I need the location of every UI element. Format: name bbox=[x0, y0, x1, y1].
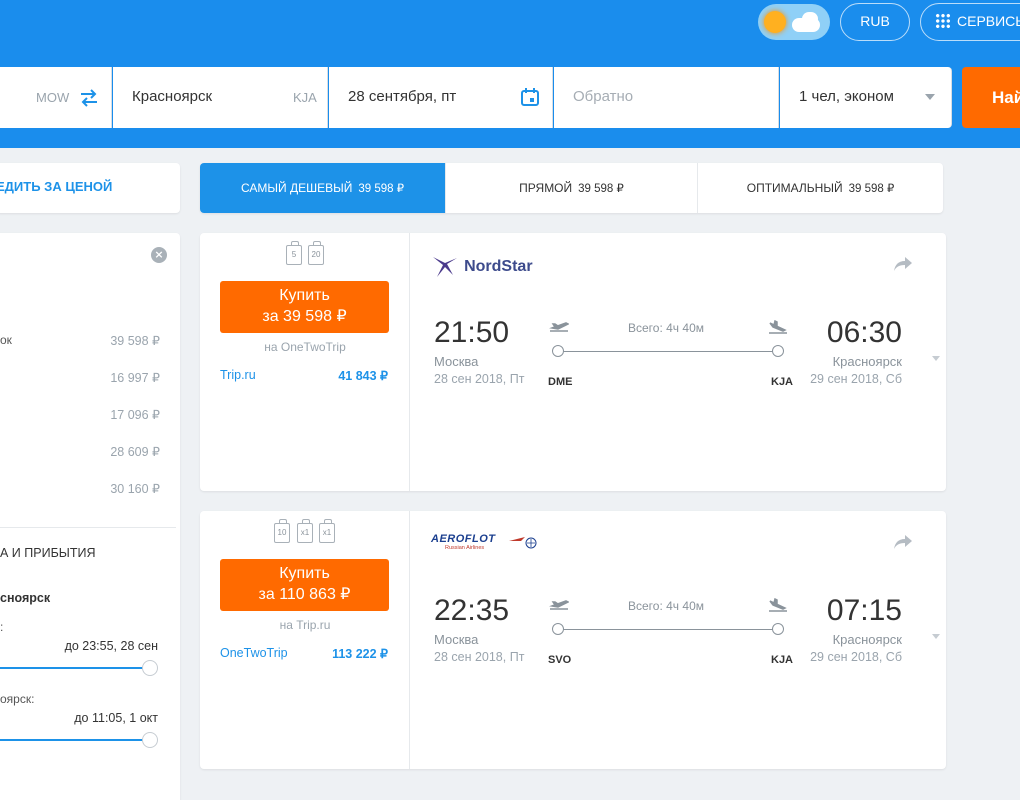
luggage-icon: x1 bbox=[297, 519, 313, 543]
origin-field[interactable]: MOW bbox=[0, 67, 112, 128]
tab-optimal[interactable]: ОПТИМАЛЬНЫЙ 39 598 ₽ bbox=[698, 163, 943, 213]
nordstar-logo-icon bbox=[433, 257, 457, 277]
aeroflot-wing-icon bbox=[509, 537, 537, 549]
expand-chevron-icon[interactable] bbox=[932, 634, 940, 639]
luggage-icon: x1 bbox=[319, 519, 335, 543]
departure-slider-track[interactable] bbox=[0, 667, 152, 669]
departure-range-value: до 23:55, 28 сен bbox=[64, 639, 158, 653]
origin-dot bbox=[552, 623, 564, 635]
return-placeholder: Обратно bbox=[573, 88, 634, 105]
departure-city: Москва bbox=[434, 354, 479, 369]
airline-name: NordStar bbox=[464, 258, 533, 275]
alt-agent-link[interactable]: Trip.ru bbox=[220, 368, 256, 382]
swap-icon[interactable] bbox=[80, 89, 98, 107]
theme-toggle[interactable] bbox=[758, 4, 830, 40]
airline-logo: NordStar bbox=[431, 255, 533, 281]
total-duration: Всего: 4ч 40м bbox=[628, 599, 704, 613]
takeoff-icon bbox=[549, 600, 569, 610]
filter-price: 30 160 ₽ bbox=[110, 482, 160, 496]
departure-date-value: 28 сентября, пт bbox=[348, 88, 457, 105]
share-icon[interactable] bbox=[893, 255, 913, 273]
luggage-icon: 20 bbox=[308, 241, 324, 265]
tab-direct[interactable]: ПРЯМОЙ 39 598 ₽ bbox=[446, 163, 698, 213]
origin-code: MOW bbox=[36, 90, 70, 105]
share-icon[interactable] bbox=[893, 533, 913, 551]
ticket-purchase-section: 10 x1 x1 Купить за 110 863 ₽ на Trip.ru … bbox=[200, 511, 410, 769]
city-heading: сноярск bbox=[0, 591, 51, 605]
airline-logo: AEROFLOT Russian Airlines bbox=[431, 533, 537, 559]
departure-time: 22:35 bbox=[434, 594, 510, 627]
destination-code: KJA bbox=[293, 90, 317, 105]
destination-value: Красноярск bbox=[132, 88, 213, 105]
departure-airport-code: DME bbox=[548, 376, 573, 388]
total-duration: Всего: 4ч 40м bbox=[628, 321, 704, 335]
departure-airport-code: SVO bbox=[548, 654, 572, 666]
arrival-range-value: до 11:05, 1 окт bbox=[74, 711, 158, 725]
chevron-down-icon bbox=[925, 94, 935, 100]
arrival-time: 07:15 bbox=[826, 594, 902, 627]
seller-name: на OneTwoTrip bbox=[264, 340, 346, 354]
arrival-label: оярск: bbox=[0, 692, 35, 706]
filter-price: 16 997 ₽ bbox=[110, 371, 160, 385]
arrival-city: Красноярск bbox=[832, 632, 902, 647]
watch-price-card[interactable]: ЕДИТЬ ЗА ЦЕНОЙ bbox=[0, 163, 180, 213]
tab-cheapest[interactable]: САМЫЙ ДЕШЕВЫЙ 39 598 ₽ bbox=[200, 163, 446, 213]
grid-icon bbox=[935, 13, 951, 29]
route-line bbox=[556, 351, 778, 352]
services-button[interactable]: СЕРВИСЫ bbox=[920, 3, 1020, 41]
ticket-purchase-section: 5 20 Купить за 39 598 ₽ на OneTwoTrip Tr… bbox=[200, 233, 410, 491]
filter-price: 17 096 ₽ bbox=[110, 408, 160, 422]
departure-date: 28 сен 2018, Пт bbox=[434, 372, 525, 386]
departure-date-field[interactable]: 28 сентября, пт bbox=[329, 67, 553, 128]
passengers-value: 1 чел, эконом bbox=[799, 88, 894, 105]
times-section-title: А И ПРИБЫТИЯ bbox=[0, 546, 96, 560]
departure-slider-handle[interactable] bbox=[142, 660, 158, 676]
destination-field[interactable]: Красноярск KJA bbox=[113, 67, 328, 128]
airline-subtitle: Russian Airlines bbox=[445, 545, 485, 551]
departure-time: 21:50 bbox=[434, 316, 510, 349]
alt-agent-link[interactable]: OneTwoTrip bbox=[220, 646, 288, 660]
passengers-select[interactable]: 1 чел, эконом bbox=[780, 67, 952, 128]
route-line bbox=[556, 629, 778, 630]
departure-date: 28 сен 2018, Пт bbox=[434, 650, 525, 664]
seller-name: на Trip.ru bbox=[279, 618, 331, 632]
landing-icon bbox=[769, 598, 787, 612]
alt-price-link[interactable]: 113 222 ₽ bbox=[330, 646, 388, 661]
calendar-icon[interactable] bbox=[520, 87, 540, 107]
arrival-date: 29 сен 2018, Сб bbox=[810, 650, 902, 664]
filter-price: 28 609 ₽ bbox=[110, 445, 160, 459]
watch-price-link[interactable]: ЕДИТЬ ЗА ЦЕНОЙ bbox=[0, 179, 112, 194]
return-date-field[interactable]: Обратно bbox=[554, 67, 779, 128]
sun-icon bbox=[764, 11, 786, 33]
origin-dot bbox=[552, 345, 564, 357]
currency-button[interactable]: RUB bbox=[840, 3, 910, 41]
departure-label: : bbox=[0, 620, 4, 634]
buy-button[interactable]: Купить за 110 863 ₽ bbox=[220, 559, 389, 611]
find-button[interactable]: Найти bbox=[962, 67, 1020, 128]
baggage-icon: 5 bbox=[286, 241, 302, 265]
baggage-icon: 10 bbox=[274, 519, 290, 543]
sort-tabs: САМЫЙ ДЕШЕВЫЙ 39 598 ₽ ПРЯМОЙ 39 598 ₽ ОПТ… bbox=[200, 163, 943, 213]
arrival-slider-handle[interactable] bbox=[142, 732, 158, 748]
airline-name: AEROFLOT bbox=[431, 533, 496, 545]
takeoff-icon bbox=[549, 322, 569, 332]
ticket-card: 10 x1 x1 Купить за 110 863 ₽ на Trip.ru … bbox=[200, 511, 946, 769]
buy-button[interactable]: Купить за 39 598 ₽ bbox=[220, 281, 389, 333]
ticket-card: 5 20 Купить за 39 598 ₽ на OneTwoTrip Tr… bbox=[200, 233, 946, 491]
divider bbox=[0, 527, 176, 528]
alt-price-link[interactable]: 41 843 ₽ bbox=[330, 368, 388, 383]
services-label: СЕРВИСЫ bbox=[957, 13, 1020, 29]
departure-city: Москва bbox=[434, 632, 479, 647]
filter-price: 39 598 ₽ bbox=[110, 334, 160, 348]
arrival-city: Красноярск bbox=[832, 354, 902, 369]
arrival-slider-track[interactable] bbox=[0, 739, 152, 741]
landing-icon bbox=[769, 320, 787, 334]
close-icon[interactable]: × bbox=[151, 247, 167, 263]
arrival-time: 06:30 bbox=[826, 316, 902, 349]
expand-chevron-icon[interactable] bbox=[932, 356, 940, 361]
arrival-date: 29 сен 2018, Сб bbox=[810, 372, 902, 386]
